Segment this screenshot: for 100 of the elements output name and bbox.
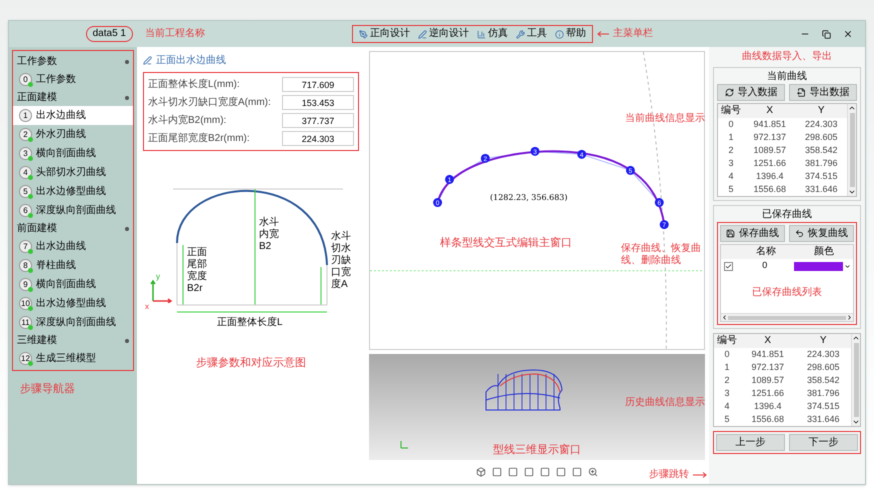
panel-button[interactable]: 导出数据: [789, 84, 857, 101]
scroll-thumb[interactable]: [854, 343, 858, 417]
column-header: Y: [816, 104, 826, 118]
close-icon[interactable]: [843, 29, 853, 39]
scrollbar[interactable]: [851, 334, 860, 426]
nav-item[interactable]: 5 出水边修型曲线: [13, 182, 133, 201]
scrollbar[interactable]: [721, 313, 853, 321]
field-label: 水斗切水刃缺口宽度A(mm):: [148, 96, 271, 110]
scrollbar[interactable]: [847, 104, 856, 196]
scroll-up-icon[interactable]: [852, 334, 860, 342]
column-header: X: [763, 334, 772, 348]
scroll-up-icon[interactable]: [848, 104, 856, 112]
group-title: 三维建模: [17, 334, 57, 348]
annotation-text: 保存曲线、恢复曲线、删除曲线: [621, 243, 702, 267]
menu-item[interactable]: 工具: [516, 27, 547, 41]
annotation-text: 主菜单栏: [613, 28, 653, 40]
nav-item[interactable]: 6 深度纵向剖面曲线: [13, 201, 133, 220]
table-cell-text: 358.542: [806, 374, 841, 387]
step-number: 12: [19, 352, 32, 365]
input-field[interactable]: 153.453: [282, 95, 354, 110]
step-number: 5: [19, 185, 32, 198]
input-field[interactable]: 224.303: [282, 131, 354, 146]
table-cell-text: 224.303: [806, 348, 841, 361]
table-cell-text: 3: [723, 387, 730, 400]
coordinate-readout: (1282.23, 356.683): [490, 192, 568, 204]
step-number: 2: [19, 128, 32, 141]
button-icon: [724, 88, 734, 97]
scroll-down-icon[interactable]: [852, 418, 860, 426]
annotation-text: 历史曲线信息显示: [625, 397, 705, 409]
nav-item[interactable]: 12 生成三维模型: [13, 349, 133, 368]
scroll-thumb[interactable]: [850, 113, 854, 187]
field-label: 正面尾部宽度B2r(mm):: [148, 132, 250, 146]
column-header: 编号: [720, 104, 742, 118]
group-title: 当前曲线: [766, 71, 808, 82]
menu-item[interactable]: 逆向设计: [418, 27, 469, 41]
step-button[interactable]: 下一步: [789, 434, 858, 451]
annotation-text: 当前曲线信息显示: [625, 113, 705, 125]
field-label: 正面整体长度L(mm):: [148, 78, 240, 92]
menu-item[interactable]: 仿真: [477, 27, 508, 41]
panel-button[interactable]: 保存曲线: [720, 225, 785, 242]
nav-item[interactable]: 9 横向剖面曲线: [13, 275, 133, 294]
axis-label: y: [156, 271, 160, 283]
step-button[interactable]: 上一步: [716, 434, 785, 451]
menu-item[interactable]: 正向设计: [359, 27, 410, 41]
axis-label: x: [145, 301, 149, 313]
view-icon[interactable]: [476, 467, 486, 477]
table-cell-text: 381.796: [806, 387, 841, 400]
step-number: 6: [19, 204, 32, 217]
table-cell-text: 3: [727, 157, 734, 170]
step-number: 11: [19, 316, 32, 329]
nav-item[interactable]: 10 出水边修型曲线: [13, 294, 133, 313]
nav-item[interactable]: 3 横向剖面曲线: [13, 144, 133, 163]
menu-item[interactable]: 帮助: [555, 27, 586, 41]
leader-arrow: [597, 31, 609, 37]
column-header: 颜色: [813, 245, 835, 259]
table-cell-text: 972.137: [750, 361, 786, 374]
group-title: 已保存曲线: [761, 209, 813, 220]
table-cell-text: 224.303: [804, 118, 839, 131]
table-cell-text: 0: [723, 348, 730, 361]
input-field[interactable]: 377.737: [282, 113, 354, 128]
dimension-label: 正面尾部宽度B2r: [187, 247, 208, 295]
nav-item-label: 头部切水刃曲线: [36, 166, 106, 180]
restore-icon[interactable]: [822, 30, 831, 38]
project-name: data5 1: [86, 26, 133, 42]
nav-item[interactable]: 11 深度纵向剖面曲线: [13, 313, 133, 332]
nav-item[interactable]: 2 外水刃曲线: [13, 125, 133, 144]
table-cell-text: 1556.68: [750, 413, 786, 426]
table-cell-text: 1089.57: [752, 144, 788, 157]
scroll-left-icon[interactable]: [721, 314, 728, 321]
color-swatch[interactable]: [794, 262, 843, 270]
table-cell-text: 1089.57: [750, 374, 786, 387]
dropdown-icon[interactable]: [844, 262, 851, 270]
nav-item[interactable]: 7 出水边曲线: [13, 237, 133, 256]
input-field[interactable]: 717.609: [282, 77, 354, 92]
step-number: 7: [19, 240, 32, 253]
table-cell-text: 2: [723, 374, 730, 387]
nav-item[interactable]: 0 工作参数: [13, 70, 133, 89]
params-title: 正面出水边曲线: [156, 54, 226, 68]
scroll-down-icon[interactable]: [848, 188, 856, 196]
nav-item[interactable]: 1 出水边曲线: [13, 106, 133, 125]
table-cell-text: 1251.66: [752, 157, 788, 170]
nav-item[interactable]: 8 脊柱曲线: [13, 256, 133, 275]
table-cell-text: 358.542: [804, 144, 839, 157]
annotation-text: 样条型线交互式编辑主窗口: [440, 237, 572, 249]
checkbox[interactable]: [724, 262, 733, 270]
zoom-icon[interactable]: [588, 467, 598, 477]
nav-item-label: 出水边曲线: [36, 108, 86, 123]
field-label: 水斗内宽B2(mm):: [148, 114, 226, 128]
group-title: 前面建模: [17, 222, 57, 236]
panel-button[interactable]: 导入数据: [717, 84, 785, 101]
axis-icon: [399, 440, 409, 450]
nav-item[interactable]: 4 头部切水刃曲线: [13, 163, 133, 182]
menu-icon: [418, 30, 427, 38]
panel-button[interactable]: 恢复曲线: [789, 225, 854, 242]
annotation-text: 曲线数据导入、导出: [742, 51, 832, 63]
scroll-right-icon[interactable]: [846, 314, 853, 321]
annotation-text: 型线三维显示窗口: [493, 444, 581, 456]
table-cell-text: 941.851: [752, 118, 788, 131]
step-number: 10: [19, 297, 32, 310]
table-cell-text: 4: [727, 170, 734, 183]
